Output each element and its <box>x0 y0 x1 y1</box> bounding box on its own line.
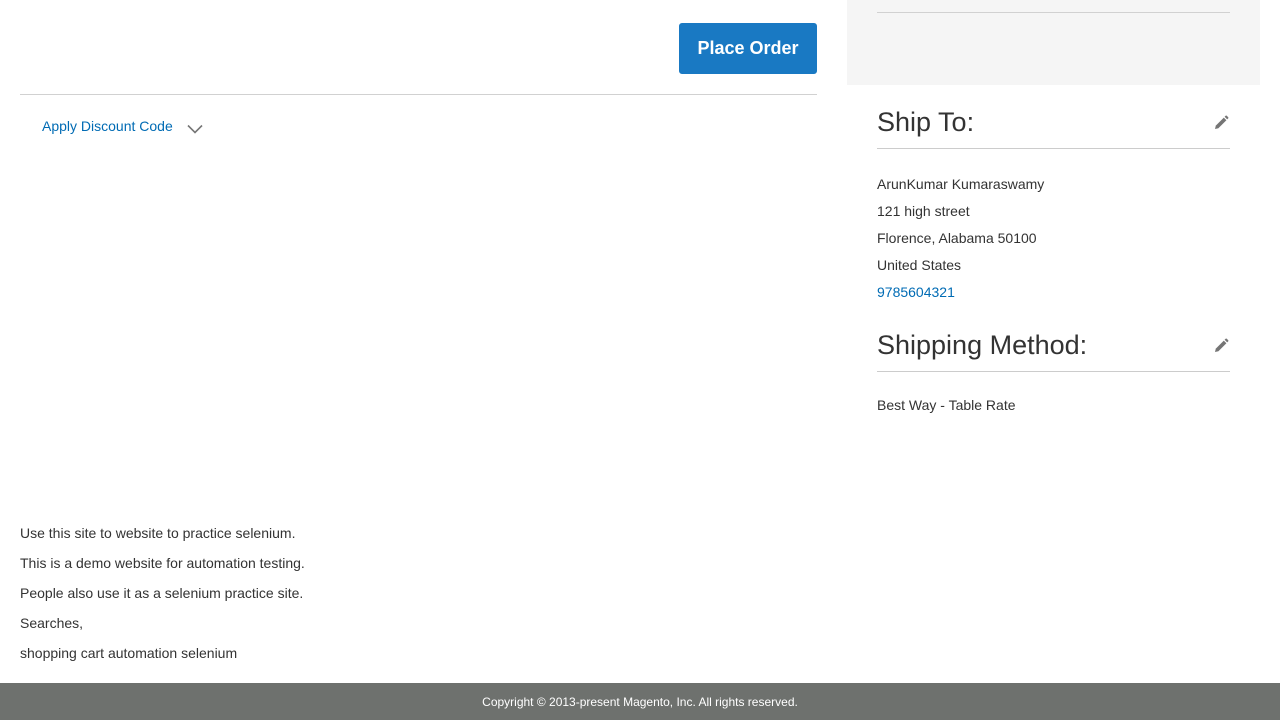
footer-line: Searches, <box>20 615 84 631</box>
footer-line: People also use it as a selenium practic… <box>20 585 304 601</box>
address-city: Florence, Alabama 50100 <box>877 230 1037 246</box>
chevron-down-icon[interactable] <box>187 121 203 134</box>
address-phone-row: 9785604321 <box>877 279 1230 306</box>
ship-to-header: Ship To: <box>877 104 1230 149</box>
apply-discount-label[interactable]: Apply Discount Code <box>42 118 173 134</box>
footer-line: This is a demo website for automation te… <box>20 555 305 571</box>
address-name: ArunKumar Kumaraswamy <box>877 176 1045 192</box>
footer-line: Use this site to website to practice sel… <box>20 525 296 541</box>
divider <box>20 94 817 95</box>
shipping-method-title: Shipping Method: <box>877 330 1088 360</box>
ship-to-title: Ship To: <box>877 107 975 137</box>
copyright-bar: Copyright © 2013-present Magento, Inc. A… <box>0 683 1280 720</box>
address-country: United States <box>877 257 962 273</box>
place-order-button[interactable]: Place Order <box>679 23 817 74</box>
shipping-method-section: Shipping Method: Best Way - Table Rate <box>877 327 1230 416</box>
footer-text-block: Use this site to website to practice sel… <box>20 518 305 668</box>
apply-discount-toggle[interactable]: Apply Discount Code <box>42 112 203 140</box>
order-summary-panel <box>847 0 1260 85</box>
pencil-icon[interactable] <box>1212 337 1230 355</box>
copyright-text: Copyright © 2013-present Magento, Inc. A… <box>482 694 798 709</box>
address-street: 121 high street <box>877 203 970 219</box>
checkout-page: Place Order Apply Discount Code Use this… <box>0 0 1280 720</box>
phone-link[interactable]: 9785604321 <box>877 284 955 300</box>
ship-to-section: Ship To: ArunKumar Kumaraswamy 121 high … <box>877 104 1230 306</box>
shipping-method-value: Best Way - Table Rate <box>877 397 1016 413</box>
shipping-method-header: Shipping Method: <box>877 327 1230 372</box>
shipping-address: ArunKumar Kumaraswamy 121 high street Fl… <box>877 171 1230 306</box>
divider <box>877 12 1230 13</box>
pencil-icon[interactable] <box>1212 114 1230 132</box>
footer-line: shopping cart automation selenium <box>20 645 238 661</box>
